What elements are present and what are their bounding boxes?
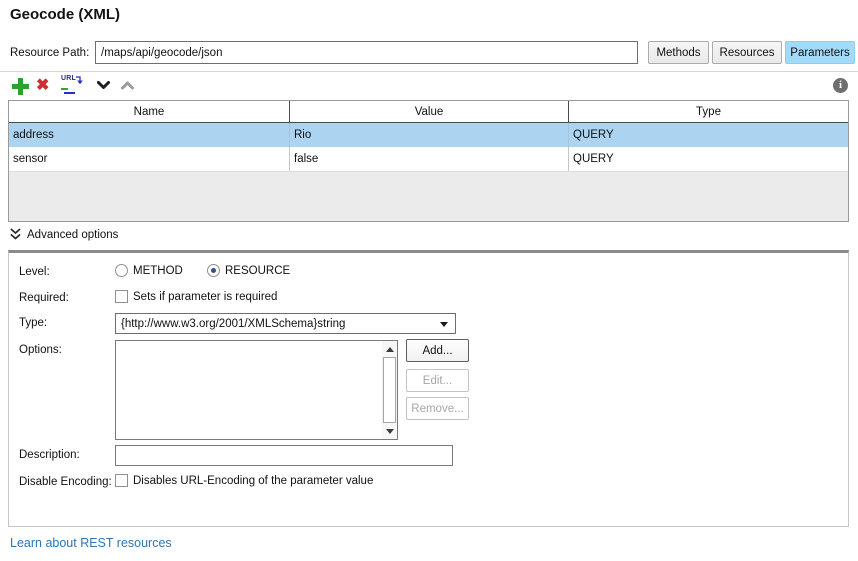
extract-params-from-url-icon[interactable]: URL xyxy=(61,75,85,96)
add-parameter-icon[interactable] xyxy=(12,78,29,95)
resource-path-input[interactable] xyxy=(95,41,638,64)
table-row-sensor[interactable]: sensor false QUERY xyxy=(9,147,848,172)
level-label: Level: xyxy=(19,266,50,278)
scroll-down-button[interactable] xyxy=(382,423,397,439)
url-icon-text: URL xyxy=(61,75,76,82)
add-option-button[interactable]: Add... xyxy=(406,339,469,362)
cell-value[interactable]: false xyxy=(290,147,569,171)
tab-parameters[interactable]: Parameters xyxy=(785,41,855,64)
required-checkbox-row[interactable]: Sets if parameter is required xyxy=(115,290,277,303)
tab-resources[interactable]: Resources xyxy=(712,41,782,64)
move-up-icon xyxy=(121,81,134,90)
type-dropdown[interactable]: {http://www.w3.org/2001/XMLSchema}string xyxy=(115,313,456,334)
required-label: Required: xyxy=(19,292,69,304)
options-scrollbar[interactable] xyxy=(382,341,397,439)
disable-encoding-label: Disable Encoding: xyxy=(19,476,112,488)
info-icon[interactable]: i xyxy=(833,78,848,93)
radio-resource-label: RESOURCE xyxy=(225,264,291,277)
scrollbar-thumb[interactable] xyxy=(383,357,396,423)
cell-value[interactable]: Rio xyxy=(290,123,569,147)
delete-parameter-icon[interactable]: ✖ xyxy=(36,76,49,95)
rest-parameters-editor: Geocode (XML) Resource Path: Methods Res… xyxy=(0,0,858,561)
tab-methods[interactable]: Methods xyxy=(648,41,709,64)
radio-method-label: METHOD xyxy=(133,264,183,277)
url-icon-dash xyxy=(64,92,75,94)
radio-checked-icon[interactable] xyxy=(207,264,220,277)
learn-about-rest-resources-link[interactable]: Learn about REST resources xyxy=(10,536,172,550)
options-label: Options: xyxy=(19,344,62,356)
checkbox-unchecked-icon[interactable] xyxy=(115,290,128,303)
disable-encoding-checkbox-label: Disables URL-Encoding of the parameter v… xyxy=(133,474,374,487)
scroll-down-arrow-icon xyxy=(385,429,394,434)
checkbox-unchecked-icon[interactable] xyxy=(115,474,128,487)
level-radio-resource[interactable]: RESOURCE xyxy=(207,264,290,277)
advanced-options-label: Advanced options xyxy=(27,228,119,241)
cell-type[interactable]: QUERY xyxy=(569,123,848,147)
required-checkbox-label: Sets if parameter is required xyxy=(133,290,278,303)
scroll-up-button[interactable] xyxy=(382,341,397,357)
move-down-icon[interactable] xyxy=(97,81,110,90)
table-header-row: Name Value Type xyxy=(9,101,848,123)
cell-name[interactable]: address xyxy=(9,123,290,147)
description-label: Description: xyxy=(19,449,80,461)
column-header-name[interactable]: Name xyxy=(9,101,290,122)
page-title: Geocode (XML) xyxy=(10,6,121,23)
remove-option-button: Remove... xyxy=(406,397,469,420)
dropdown-arrow-icon xyxy=(440,322,448,327)
description-input[interactable] xyxy=(115,445,453,466)
resource-path-label: Resource Path: xyxy=(10,47,90,59)
header-separator xyxy=(0,71,858,72)
edit-option-button: Edit... xyxy=(406,369,469,392)
type-label: Type: xyxy=(19,317,48,329)
cell-type[interactable]: QUERY xyxy=(569,147,848,171)
type-dropdown-value: {http://www.w3.org/2001/XMLSchema}string xyxy=(121,317,346,330)
radio-unchecked-icon[interactable] xyxy=(115,264,128,277)
double-chevron-down-icon xyxy=(10,228,21,240)
level-radio-method[interactable]: METHOD xyxy=(115,264,183,277)
cell-name[interactable]: sensor xyxy=(9,147,290,171)
disable-encoding-checkbox-row[interactable]: Disables URL-Encoding of the parameter v… xyxy=(115,474,373,487)
table-row-address[interactable]: address Rio QUERY xyxy=(9,123,848,147)
parameters-table: Name Value Type address Rio QUERY sensor… xyxy=(8,100,849,222)
advanced-options-panel: Level: METHOD RESOURCE Required: Sets if… xyxy=(8,250,849,527)
advanced-options-toggle[interactable]: Advanced options xyxy=(10,228,118,241)
column-header-value[interactable]: Value xyxy=(290,101,569,122)
url-icon-arrow xyxy=(76,76,83,85)
url-icon-dash xyxy=(61,88,68,90)
scroll-up-arrow-icon xyxy=(385,347,394,352)
column-header-type[interactable]: Type xyxy=(569,101,848,122)
options-listbox[interactable] xyxy=(115,340,398,440)
